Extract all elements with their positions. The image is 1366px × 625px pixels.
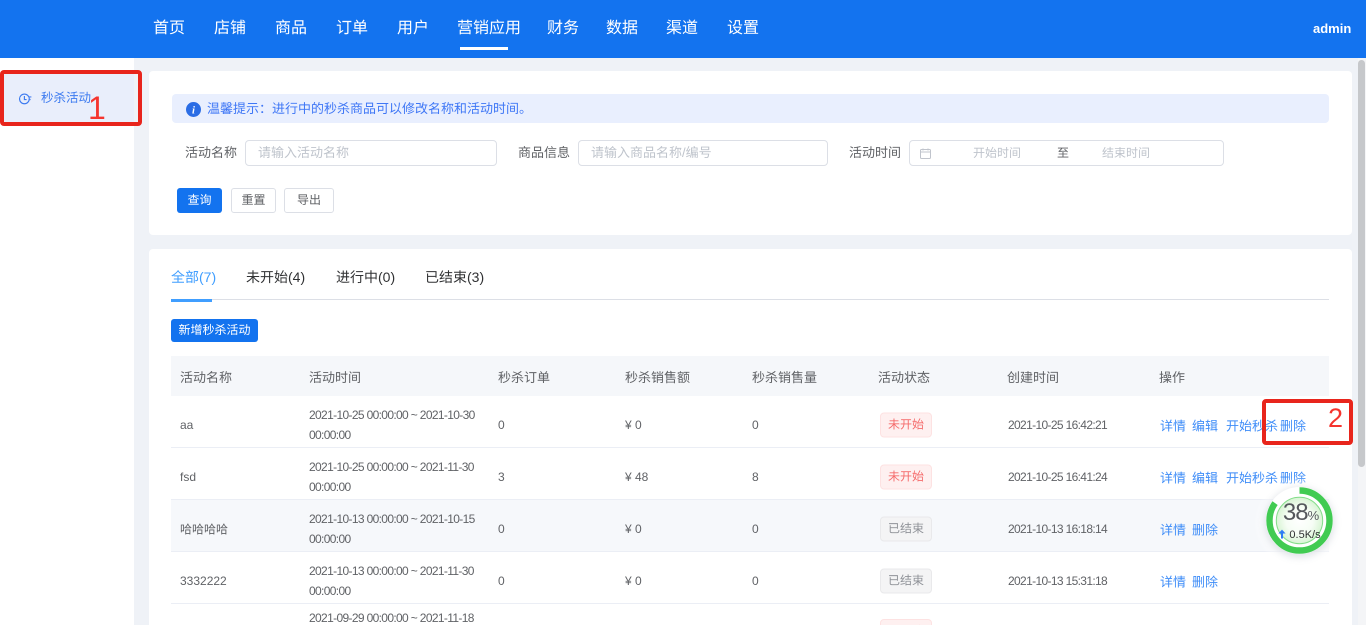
svg-text:i: i: [192, 104, 195, 116]
